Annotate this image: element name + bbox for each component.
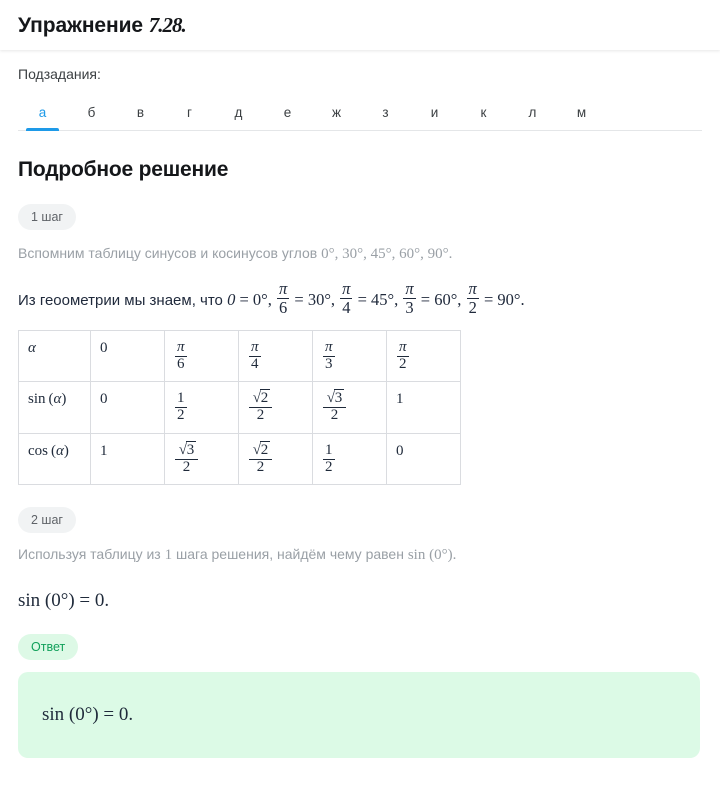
tab-e[interactable]: е: [263, 105, 312, 130]
cell-sin-0: 0: [90, 381, 165, 434]
tab-a[interactable]: а: [18, 105, 67, 131]
tab-d[interactable]: д: [214, 105, 263, 130]
trig-table: α 0 π6 π4 π3 π2 sin (α) 0 12 √2 2 √3 2 1 c…: [18, 329, 461, 486]
step-2-equation: sin (0°) = 0.: [18, 589, 110, 611]
cell-sin-pi2: 1: [386, 381, 461, 434]
cell-cos-0: 1: [90, 432, 165, 486]
cell-cos-label: cos (α): [18, 432, 91, 486]
tab-v[interactable]: в: [116, 105, 165, 130]
step-2-text-prefix: Используя таблицу из: [18, 546, 165, 563]
answer-badge: Ответ: [18, 633, 79, 660]
tab-i[interactable]: и: [410, 105, 459, 130]
cell-alpha-pi2: π2: [386, 329, 461, 383]
table-row-sin: sin (α) 0 12 √2 2 √3 2 1: [18, 381, 461, 434]
step-2-badge: 2 шаг: [18, 507, 76, 534]
table-row-alpha: α 0 π6 π4 π3 π2: [18, 329, 461, 383]
tab-b[interactable]: б: [67, 105, 116, 130]
page-title-text: Упражнение: [18, 13, 149, 37]
step-2-text-mid: шага решения, найдём чему равен: [172, 546, 408, 563]
step-1-badge: 1 шаг: [18, 204, 76, 230]
cell-alpha-pi4: π4: [238, 329, 313, 383]
table-row-cos: cos (α) 1 √3 2 √2 2 12 0: [18, 432, 461, 486]
subtask-tabs: а б в г д е ж з и к л м: [18, 92, 702, 131]
step-1-known-prefix: Из геоометрии мы знаем, что: [18, 292, 228, 310]
main-content: Подзадания: а б в г д е ж з и к л м Подр…: [0, 50, 720, 758]
cell-sin-pi3: √3 2: [312, 381, 387, 434]
tab-k[interactable]: к: [459, 105, 508, 130]
cell-cos-pi6: √3 2: [164, 432, 239, 486]
step-1-text-prefix: Вспомним таблицу синусов и косинусов угл…: [18, 245, 322, 261]
tab-l[interactable]: л: [508, 105, 557, 130]
step-1-known-line: Из геоометрии мы знаем, что 0 = 0°, π6 =…: [18, 280, 702, 316]
page-title: Упражнение 7.28.: [18, 12, 187, 38]
cell-sin-pi6: 12: [164, 381, 239, 434]
step-1-text: Вспомним таблицу синусов и косинусов угл…: [18, 244, 702, 264]
cell-alpha-pi3: π3: [312, 329, 387, 383]
answer-box: sin (0°) = 0.: [18, 671, 700, 758]
cell-cos-pi3: 12: [312, 432, 387, 486]
answer-equation: sin (0°) = 0.: [42, 703, 134, 725]
app-header: Упражнение 7.28.: [0, 0, 720, 50]
step-1-angles: 0°, 30°, 45°, 60°, 90°.: [321, 246, 453, 262]
page-title-number: 7.28.: [148, 12, 187, 37]
cell-cos-pi4: √2 2: [238, 432, 313, 486]
cell-sin-label: sin (α): [18, 381, 91, 434]
step-2-text: Используя таблицу из 1 шага решения, най…: [18, 545, 702, 565]
solution-heading: Подробное решение: [18, 158, 229, 181]
step-1-known-math: 0 = 0°, π6 = 30°, π4 = 45°, π3 = 60°, π2…: [227, 279, 525, 317]
tab-m[interactable]: м: [557, 105, 606, 130]
cell-alpha-0: 0: [90, 329, 165, 383]
step-2-step-number: 1: [164, 547, 173, 564]
tab-zh[interactable]: ж: [312, 105, 361, 130]
cell-alpha-label: α: [18, 329, 91, 383]
tab-g[interactable]: г: [165, 105, 214, 130]
step-2-expression: sin (0°).: [407, 547, 457, 564]
subtasks-label: Подзадания:: [18, 66, 101, 82]
cell-sin-pi4: √2 2: [238, 381, 313, 434]
cell-alpha-pi6: π6: [164, 329, 239, 383]
cell-cos-pi2: 0: [386, 432, 461, 486]
tab-z[interactable]: з: [361, 105, 410, 130]
